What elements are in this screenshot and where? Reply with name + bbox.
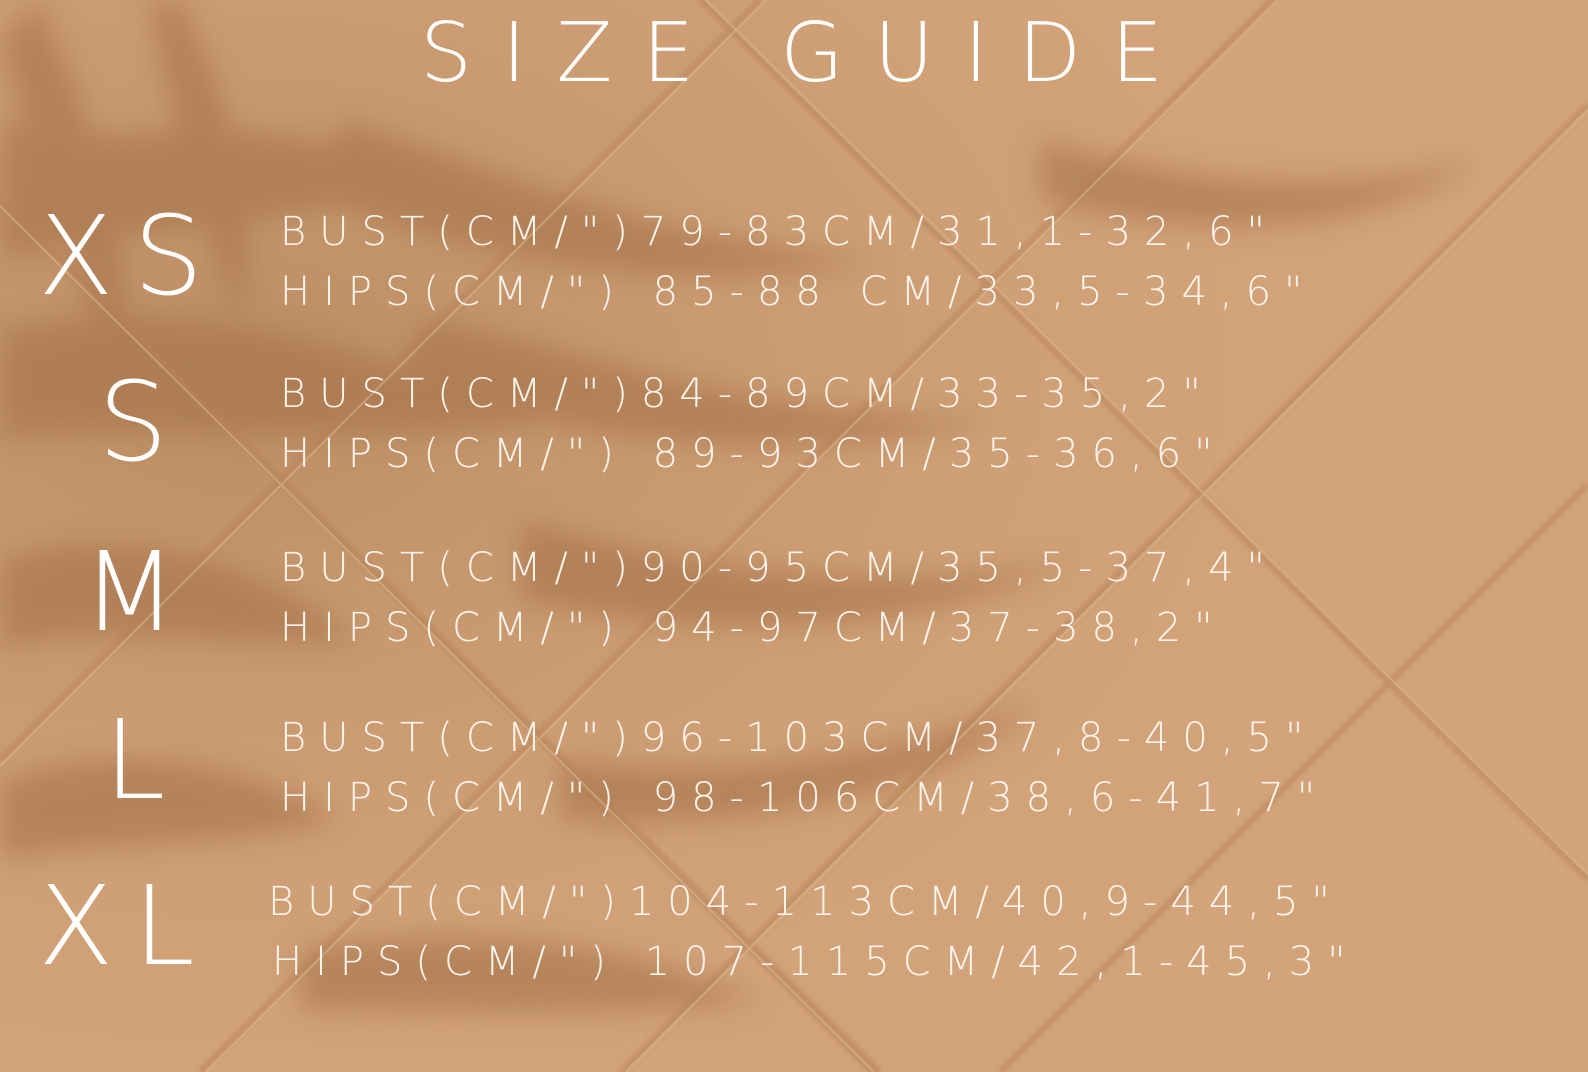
page-title: SIZE GUIDE bbox=[420, 6, 1193, 101]
bust-measure-s: BUST(CM/")84-89CM/33-35,2" bbox=[280, 371, 1214, 417]
hips-measure-xs: HIPS(CM/") 85-88 CM/33,5-34,6" bbox=[280, 269, 1316, 315]
bust-measure-m: BUST(CM/")90-95CM/35,5-37,4" bbox=[280, 545, 1278, 591]
bust-measure-l: BUST(CM/")96-103CM/37,8-40,5" bbox=[280, 715, 1317, 761]
size-label-xs: XS bbox=[38, 192, 224, 320]
size-label-s: S bbox=[98, 358, 188, 486]
hips-measure-l: HIPS(CM/") 98-106CM/38,6-41,7" bbox=[280, 775, 1329, 821]
size-label-xl: XL bbox=[38, 862, 215, 990]
hips-measure-xl: HIPS(CM/") 107-115CM/42,1-45,3" bbox=[272, 939, 1359, 985]
size-label-m: M bbox=[82, 528, 197, 656]
size-label-l: L bbox=[104, 696, 186, 824]
hips-measure-m: HIPS(CM/") 94-97CM/37-38,2" bbox=[280, 605, 1226, 651]
bust-measure-xs: BUST(CM/")79-83CM/31,1-32,6" bbox=[280, 209, 1278, 255]
hips-measure-s: HIPS(CM/") 89-93CM/35-36,6" bbox=[280, 431, 1226, 477]
bust-measure-xl: BUST(CM/")104-113CM/40,9-44,5" bbox=[268, 879, 1343, 925]
